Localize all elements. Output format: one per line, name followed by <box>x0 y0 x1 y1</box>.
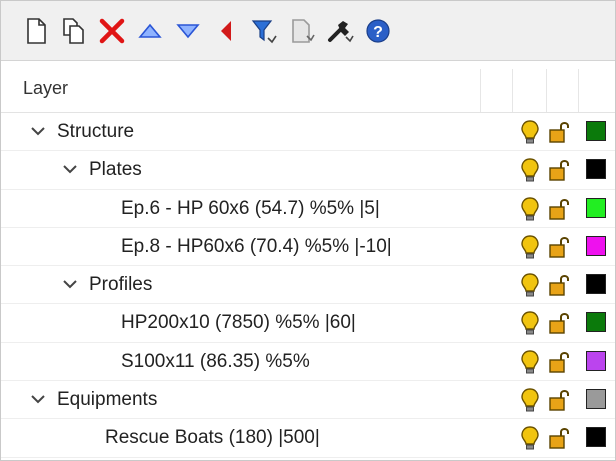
layer-name: Ep.8 - HP60x6 (70.4) %5% |-10| <box>121 235 392 257</box>
layer-row[interactable]: Equipments <box>1 381 615 420</box>
filter-button[interactable] <box>247 14 281 48</box>
layer-name: Plates <box>89 159 142 181</box>
layer-color-swatch[interactable] <box>586 350 606 371</box>
layer-row[interactable]: HP200x10 (7850) %5% |60| <box>1 304 615 343</box>
layer-name: Equipments <box>57 389 158 411</box>
lightbulb-icon[interactable] <box>519 425 541 451</box>
copy-layer-button[interactable] <box>285 14 319 48</box>
lightbulb-icon[interactable] <box>519 157 541 183</box>
layer-row[interactable]: Ep.8 - HP60x6 (70.4) %5% |-10| <box>1 228 615 267</box>
lightbulb-icon[interactable] <box>519 234 541 260</box>
layer-name: Profiles <box>89 274 153 296</box>
move-to-parent-icon <box>221 20 231 41</box>
chevron-down-icon[interactable] <box>29 390 47 408</box>
delete-icon <box>99 18 125 43</box>
unlock-icon[interactable] <box>548 158 572 182</box>
layer-color-swatch[interactable] <box>586 312 606 333</box>
layers-panel: ? Layer Structure Plates Ep.6 - HP 60x6 (5… <box>0 0 616 461</box>
unlock-icon[interactable] <box>548 235 572 259</box>
lightbulb-icon[interactable] <box>519 119 541 145</box>
toolbar: ? <box>1 1 615 61</box>
svg-text:?: ? <box>373 24 383 41</box>
move-up-button[interactable] <box>133 14 167 48</box>
move-down-icon <box>176 23 200 38</box>
layer-name: HP200x10 (7850) %5% |60| <box>121 312 356 334</box>
column-divider <box>578 69 579 112</box>
column-divider <box>512 69 513 112</box>
layer-color-swatch[interactable] <box>586 274 606 295</box>
layer-name: Ep.6 - HP 60x6 (54.7) %5% |5| <box>121 197 380 219</box>
lightbulb-icon[interactable] <box>519 349 541 375</box>
unlock-icon[interactable] <box>548 197 572 221</box>
layer-row[interactable]: Profiles <box>1 266 615 305</box>
layer-row[interactable]: S100x11 (86.35) %5% <box>1 343 615 382</box>
move-down-button[interactable] <box>171 14 205 48</box>
new-layer-button[interactable] <box>19 14 53 48</box>
layer-color-swatch[interactable] <box>586 235 606 256</box>
unlock-icon[interactable] <box>548 426 572 450</box>
unlock-icon[interactable] <box>548 388 572 412</box>
chevron-down-icon[interactable] <box>29 122 47 140</box>
move-to-parent-button[interactable] <box>209 14 243 48</box>
tools-icon <box>328 20 354 42</box>
unlock-icon[interactable] <box>548 120 572 144</box>
layer-row[interactable]: Structure <box>1 113 615 152</box>
layer-color-swatch[interactable] <box>586 427 606 448</box>
new-sublayer-button[interactable] <box>57 14 91 48</box>
layer-color-swatch[interactable] <box>586 159 606 180</box>
tools-button[interactable] <box>323 14 357 48</box>
chevron-down-icon[interactable] <box>61 160 79 178</box>
unlock-icon[interactable] <box>548 311 572 335</box>
lightbulb-icon[interactable] <box>519 196 541 222</box>
new-layer-icon <box>27 17 46 44</box>
layer-column-header: Layer <box>23 78 69 98</box>
help-icon: ? <box>366 18 390 43</box>
layer-list-header: Layer <box>1 61 615 113</box>
unlock-icon[interactable] <box>548 273 572 297</box>
column-divider <box>480 69 481 112</box>
layer-name: Structure <box>57 121 135 142</box>
unlock-icon[interactable] <box>548 350 572 374</box>
delete-layer-button[interactable] <box>95 14 129 48</box>
lightbulb-icon[interactable] <box>519 387 541 413</box>
layer-color-swatch[interactable] <box>586 197 606 218</box>
lightbulb-icon[interactable] <box>519 310 541 336</box>
layer-color-swatch[interactable] <box>586 121 606 141</box>
layer-row[interactable]: Ep.6 - HP 60x6 (54.7) %5% |5| <box>1 190 615 228</box>
new-sublayer-icon <box>63 17 84 44</box>
move-up-icon <box>138 23 162 38</box>
layer-row[interactable]: Plates <box>1 151 615 190</box>
layer-name: Rescue Boats (180) |500| <box>105 427 320 449</box>
column-divider <box>546 69 547 112</box>
chevron-down-icon[interactable] <box>61 275 79 293</box>
layer-name: S100x11 (86.35) %5% <box>121 350 310 372</box>
layer-tree: Structure Plates Ep.6 - HP 60x6 (54.7) %5%… <box>1 113 615 458</box>
lightbulb-icon[interactable] <box>519 272 541 298</box>
layer-row[interactable]: Rescue Boats (180) |500| <box>1 419 615 458</box>
filter-icon <box>251 19 277 43</box>
copy-layer-icon <box>292 18 315 43</box>
help-button[interactable]: ? <box>361 14 395 48</box>
layer-color-swatch[interactable] <box>586 389 606 410</box>
